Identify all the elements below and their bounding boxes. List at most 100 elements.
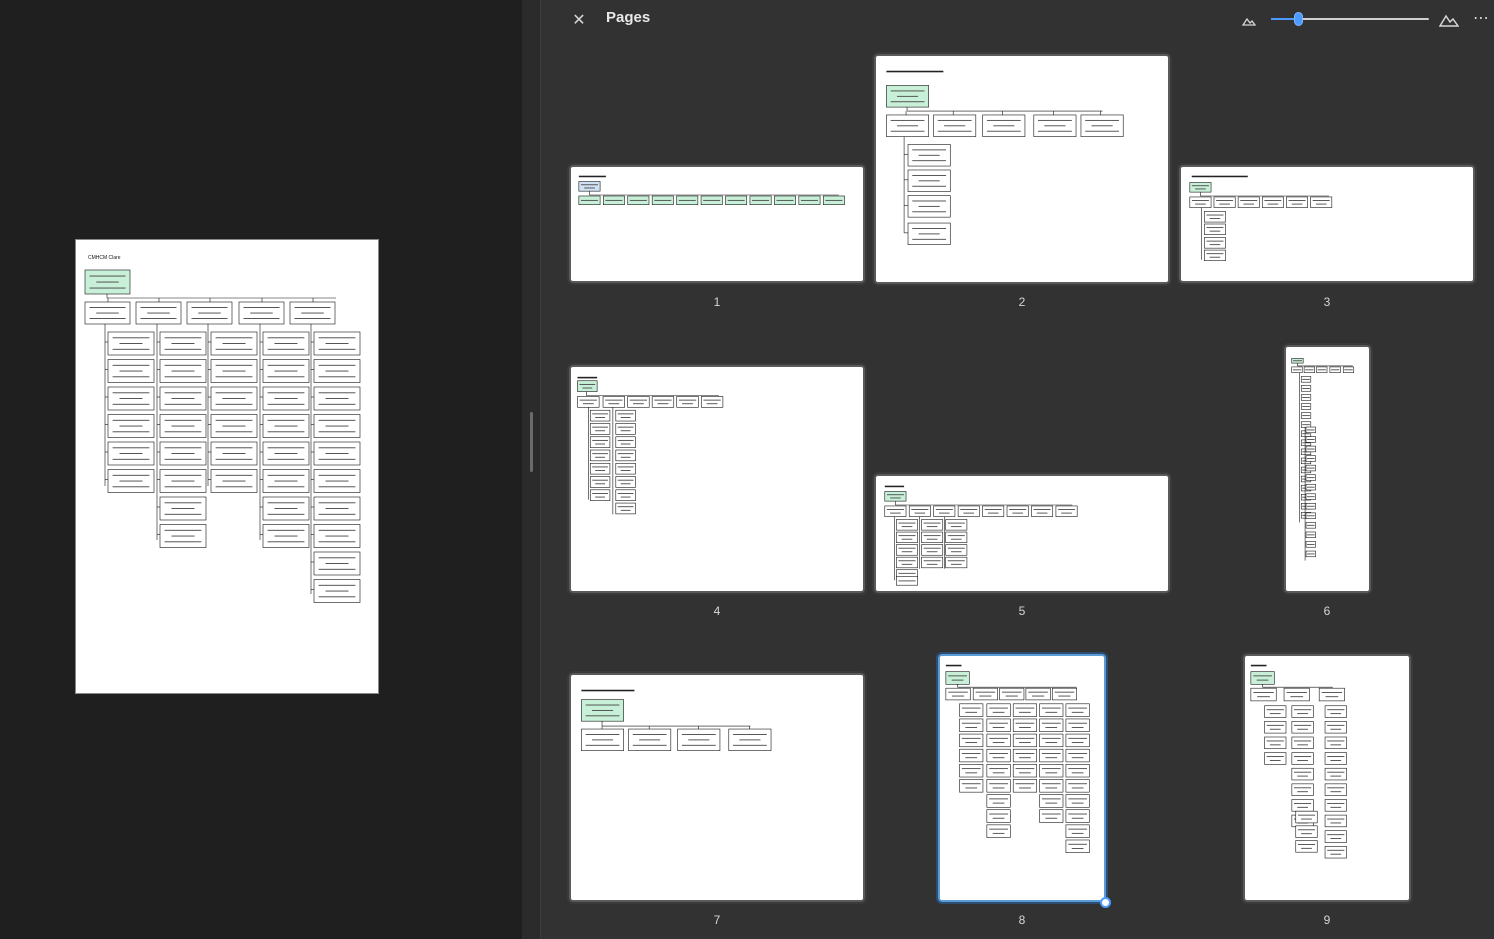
box-text-line — [986, 130, 1021, 132]
box-text-line — [267, 541, 305, 543]
box-text-line — [1297, 829, 1316, 831]
mountain-large-icon[interactable] — [1439, 10, 1459, 30]
box-text-line — [608, 403, 620, 405]
box-text-line — [164, 392, 202, 394]
org-box — [921, 544, 944, 556]
box-text-line — [164, 403, 202, 405]
org-box — [945, 531, 968, 543]
org-chart-page-8: CMHCM Clare — [84, 255, 361, 603]
box-text-line — [1294, 802, 1312, 804]
org-box — [676, 396, 699, 408]
page-thumbnail-6[interactable] — [1282, 343, 1373, 595]
box-text-line — [1015, 768, 1035, 770]
box-text-line — [1305, 369, 1314, 371]
box-text-line — [119, 425, 143, 427]
box-text-line — [171, 343, 195, 344]
page-number-9: 9 — [1323, 913, 1331, 927]
box-text-line — [325, 343, 349, 344]
box-text-line — [898, 560, 916, 562]
box-text-line — [592, 479, 608, 481]
org-box — [945, 519, 968, 531]
box-text-line — [267, 337, 305, 339]
box-text-line — [1071, 772, 1084, 774]
thumbnail-resize-handle[interactable] — [1100, 897, 1111, 908]
box-text-line — [215, 364, 253, 366]
page-thumbnail-4[interactable] — [567, 363, 867, 595]
org-box — [589, 462, 611, 475]
box-text-line — [1206, 227, 1224, 229]
org-box — [1324, 814, 1347, 828]
box-text-line — [1041, 768, 1061, 770]
box-text-line — [1301, 833, 1312, 835]
box-text-line — [965, 742, 978, 744]
box-text-line — [250, 312, 273, 314]
box-text-line — [1306, 458, 1315, 459]
box-text-line — [325, 590, 349, 592]
org-box — [1039, 794, 1064, 808]
box-text-line — [274, 453, 298, 454]
document-view[interactable]: CMHCM Clare — [0, 0, 522, 939]
org-box — [1286, 196, 1308, 208]
box-text-line — [1206, 253, 1224, 255]
box-text-line — [935, 509, 953, 510]
box-text-line — [1306, 543, 1315, 545]
box-text-line — [961, 768, 981, 770]
box-text-line — [992, 757, 1005, 759]
page-thumbnail-7[interactable] — [567, 671, 867, 904]
page-thumbnail-9[interactable] — [1241, 652, 1413, 904]
more-horizontal-icon[interactable]: ⋯ — [1473, 10, 1491, 28]
box-text-line — [580, 184, 598, 186]
page-thumbnail-8[interactable] — [936, 652, 1108, 904]
box-text-line — [632, 734, 667, 735]
box-text-line — [267, 513, 305, 515]
box-text-line — [1054, 691, 1075, 693]
splitter-handle[interactable] — [530, 412, 533, 472]
box-text-line — [937, 119, 972, 121]
box-text-line — [1071, 742, 1084, 744]
page-title-line — [945, 664, 962, 667]
page-thumbnail-5[interactable] — [872, 472, 1172, 595]
page-thumbnail-3[interactable] — [1177, 163, 1477, 285]
box-text-line — [1330, 791, 1342, 793]
org-box — [1065, 779, 1090, 793]
box-text-line — [1240, 200, 1258, 201]
org-box — [1264, 736, 1287, 750]
org-box — [1295, 825, 1318, 838]
box-text-line — [896, 125, 919, 127]
box-text-line — [706, 403, 718, 405]
box-text-line — [585, 744, 620, 746]
box-text-line — [654, 399, 672, 401]
box-text-line — [629, 199, 647, 201]
panel-splitter[interactable] — [522, 0, 540, 939]
box-text-line — [1019, 727, 1031, 728]
box-text-line — [965, 787, 978, 789]
box-text-line — [267, 529, 305, 531]
mountain-small-icon[interactable] — [1241, 13, 1257, 29]
box-text-line — [617, 439, 634, 441]
box-text-line — [912, 160, 947, 162]
box-text-line — [733, 734, 767, 735]
org-box — [1065, 764, 1090, 778]
box-text-line — [274, 343, 298, 344]
box-text-line — [961, 753, 981, 754]
box-text-line — [1209, 256, 1221, 258]
box-text-line — [620, 417, 631, 418]
box-text-line — [1290, 696, 1304, 698]
root-box — [1250, 671, 1275, 685]
box-text-line — [318, 486, 356, 488]
box-text-line — [267, 458, 305, 460]
zoom-slider-thumb[interactable] — [1293, 12, 1303, 26]
box-text-line — [595, 496, 605, 498]
box-text-line — [912, 228, 947, 229]
page-thumbnail-2[interactable] — [872, 52, 1172, 286]
box-text-line — [171, 535, 195, 537]
box-text-line — [1269, 713, 1281, 715]
page-thumbnail-1[interactable] — [567, 163, 867, 285]
box-text-line — [1301, 818, 1312, 820]
box-text-line — [215, 474, 253, 476]
zoom-slider[interactable] — [1271, 12, 1429, 26]
box-text-line — [267, 419, 305, 421]
document-page-title: CMHCM Clare — [88, 255, 121, 261]
close-icon[interactable]: ✕ — [569, 10, 589, 30]
org-box — [615, 476, 636, 488]
